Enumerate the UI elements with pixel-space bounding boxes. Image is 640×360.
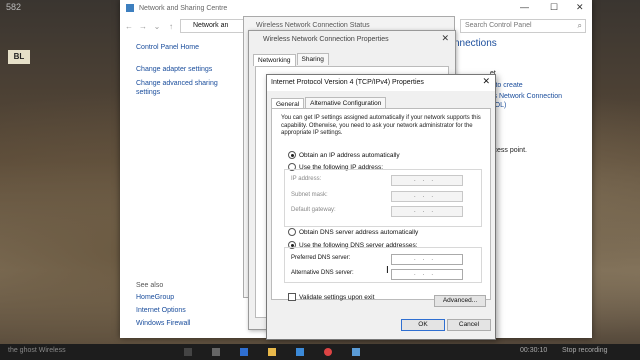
up-arrow-icon[interactable]: ↑ [166,22,176,31]
validate-settings-checkbox[interactable]: Validate settings upon exit [288,293,374,301]
close-button[interactable]: ✕ [576,2,584,13]
connections-heading-fragment: nnections [454,38,497,49]
maximize-button[interactable]: ☐ [550,2,558,13]
right-link-fragment-3[interactable]: ss Network Connection [490,93,562,100]
default-gateway-label: Default gateway: [291,207,336,213]
subnet-mask-field[interactable]: ... [391,191,463,202]
ip-settings-intro-text: You can get IP settings assigned automat… [281,115,481,136]
ipv4-close-button[interactable]: ✕ [482,76,490,87]
taskbar: the ghost Wireless 00:30:10 Stop recordi… [0,344,640,360]
wallpaper-number: 582 [6,2,22,12]
file-explorer-icon[interactable] [268,348,276,356]
tab-sharing[interactable]: Sharing [296,53,329,65]
forward-arrow-icon[interactable]: → [138,22,148,31]
back-arrow-icon[interactable]: ← [124,22,134,31]
radio-dot-selected [288,151,296,159]
radio-dot [288,228,296,236]
validate-settings-label: Validate settings upon exit [299,293,375,301]
stop-recording-button[interactable]: Stop recording [562,347,608,354]
cancel-button[interactable]: Cancel [447,319,491,331]
search-icon: ⌕ [577,21,582,30]
checkbox-box [288,293,296,301]
advanced-button[interactable]: Advanced... [434,295,486,307]
ok-button[interactable]: OK [401,319,445,331]
control-panel-icon[interactable] [352,348,360,356]
search-input[interactable]: Search Control Panel ⌕ [460,19,586,33]
properties-close-button[interactable]: ✕ [441,33,449,44]
see-also-label: See also [136,282,164,289]
preferred-dns-label: Preferred DNS server: [291,255,351,261]
search-placeholder: Search Control Panel [465,22,532,29]
status-window-title: Wireless Network Connection Status [256,22,370,29]
wallpaper-sign: BL [8,50,30,64]
windows-firewall-link[interactable]: Windows Firewall [136,320,190,327]
internet-options-link[interactable]: Internet Options [136,307,186,314]
dns-server-group: Preferred DNS server: ... Alternative DN… [284,247,482,283]
obtain-dns-auto-label: Obtain DNS server address automatically [299,228,419,236]
ipv4-properties-dialog: Internet Protocol Version 4 (TCP/IPv4) P… [266,74,496,340]
obtain-ip-auto-label: Obtain an IP address automatically [299,151,400,159]
mail-icon[interactable] [296,348,304,356]
default-gateway-field[interactable]: ... [391,206,463,217]
taskbar-caption: the ghost Wireless [8,347,66,354]
alternative-dns-field[interactable]: ... [391,269,463,280]
alternative-dns-label: Alternative DNS server: [291,270,354,276]
chrome-icon[interactable] [324,348,332,356]
obtain-ip-auto-radio[interactable]: Obtain an IP address automatically [288,151,400,159]
task-view-icon[interactable] [184,348,192,356]
recording-timer: 00:30:10 [520,347,548,354]
control-panel-home-link[interactable]: Control Panel Home [136,44,199,51]
properties-window-title: Wireless Network Connection Properties [263,36,389,43]
main-window-title: Network and Sharing Centre [139,4,228,12]
breadcrumb: Network an [193,22,229,29]
homegroup-link[interactable]: HomeGroup [136,294,174,301]
main-titlebar: Network and Sharing Centre — ☐ ✕ [120,0,592,16]
minimize-button[interactable]: — [520,2,529,12]
change-adapter-link[interactable]: Change adapter settings [136,66,212,73]
ip-address-label: IP address: [291,176,322,182]
network-icon [126,4,134,12]
ip-address-field[interactable]: ... [391,175,463,186]
preferred-dns-field[interactable]: ... [391,254,463,265]
ipv4-dialog-title: Internet Protocol Version 4 (TCP/IPv4) P… [267,75,495,91]
general-tab-panel: You can get IP settings assigned automat… [271,108,491,307]
recent-chevron-icon[interactable]: ⌄ [152,22,162,31]
ip-address-group: IP address: ... Subnet mask: ... Default… [284,169,482,227]
edge-icon[interactable] [240,348,248,356]
store-icon[interactable] [212,348,220,356]
subnet-mask-label: Subnet mask: [291,192,328,198]
tab-networking[interactable]: Networking [253,54,296,66]
obtain-dns-auto-radio[interactable]: Obtain DNS server address automatically [288,228,418,236]
mouse-cursor-icon: I [386,265,389,276]
properties-tabs: Networking Sharing [253,53,330,66]
change-advanced-sharing-link[interactable]: Change advanced sharing settings [136,79,236,97]
